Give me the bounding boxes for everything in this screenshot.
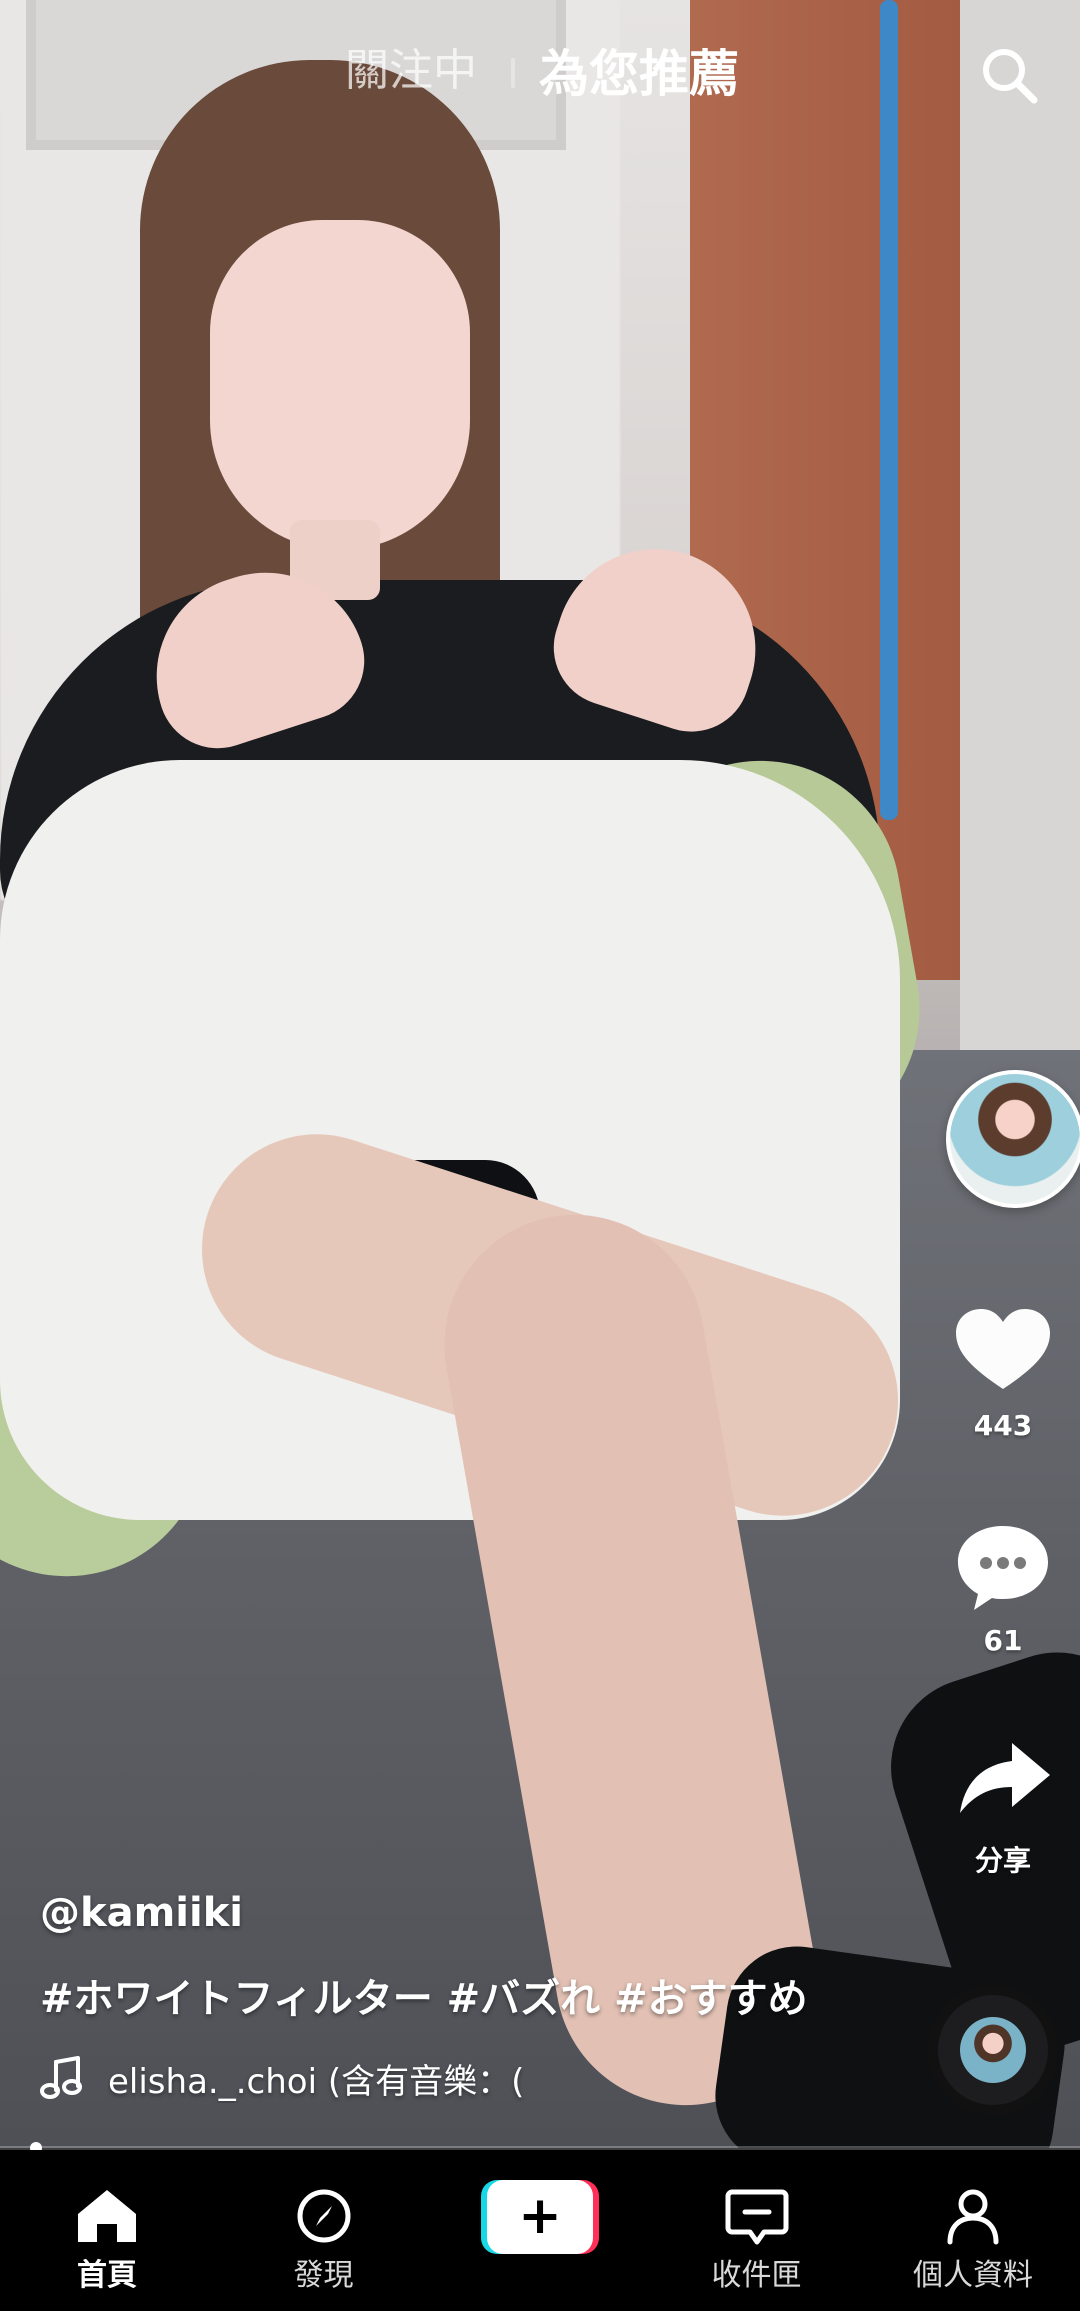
comment-button[interactable]: 61 xyxy=(948,1510,1058,1657)
tab-following[interactable]: 關注中 xyxy=(345,34,477,98)
creator-avatar[interactable] xyxy=(946,1070,1080,1208)
share-arrow-icon xyxy=(960,1743,1050,1813)
home-icon xyxy=(78,2190,136,2242)
inbox-icon xyxy=(725,2189,788,2245)
nav-discover-label: 發現 xyxy=(293,2258,354,2293)
bottom-navigation: 首頁 發現 + 收件匣 個人資料 xyxy=(0,2150,1080,2311)
share-button[interactable]: 分享 xyxy=(948,1725,1058,1879)
music-disc[interactable] xyxy=(928,1985,1058,2115)
top-bar: 關注中 為您推薦 xyxy=(0,22,1080,142)
music-note-icon xyxy=(40,2056,82,2099)
comment-bubble-icon xyxy=(958,1526,1048,1610)
like-button[interactable]: 443 xyxy=(948,1295,1058,1442)
nav-inbox-label: 收件匣 xyxy=(711,2258,802,2293)
creator-username[interactable]: @kamiiki xyxy=(40,1890,820,1936)
person-face xyxy=(210,220,470,550)
nav-inbox[interactable]: 收件匣 xyxy=(672,2150,842,2311)
right-action-rail: 443 61 分享 xyxy=(920,0,1080,2148)
tiktok-screen: 關注中 為您推薦 443 61 分享 @kamiiki #ホワイトフィルター #… xyxy=(0,0,1080,2311)
video-caption: @kamiiki #ホワイトフィルター #バズれ #おすすめ xyxy=(40,1890,820,2024)
profile-icon xyxy=(947,2189,999,2245)
comment-count: 61 xyxy=(983,1624,1023,1657)
like-count: 443 xyxy=(973,1409,1033,1442)
nav-profile-label: 個人資料 xyxy=(913,2258,1033,2293)
tab-for-you[interactable]: 為您推薦 xyxy=(539,34,739,106)
nav-home[interactable]: 首頁 xyxy=(22,2150,192,2311)
create-button[interactable]: + xyxy=(481,2180,599,2254)
share-label: 分享 xyxy=(974,1844,1031,1877)
music-disc-cover xyxy=(960,2017,1026,2083)
nav-profile[interactable]: 個人資料 xyxy=(888,2150,1058,2311)
heart-icon xyxy=(956,1309,1050,1389)
video-player[interactable] xyxy=(0,0,1080,2148)
music-track[interactable]: elisha._.choi (含有音樂：( xyxy=(40,2050,560,2106)
nav-create[interactable]: + xyxy=(455,2150,625,2311)
compass-icon xyxy=(297,2189,350,2243)
nav-home-label: 首頁 xyxy=(77,2258,137,2293)
nav-discover[interactable]: 發現 xyxy=(239,2150,409,2311)
tab-divider xyxy=(511,58,515,88)
music-text: elisha._.choi (含有音樂：( xyxy=(108,2061,525,2102)
hashtags[interactable]: #ホワイトフィルター #バズれ #おすすめ xyxy=(40,1966,820,2024)
plus-icon: + xyxy=(518,2186,562,2246)
